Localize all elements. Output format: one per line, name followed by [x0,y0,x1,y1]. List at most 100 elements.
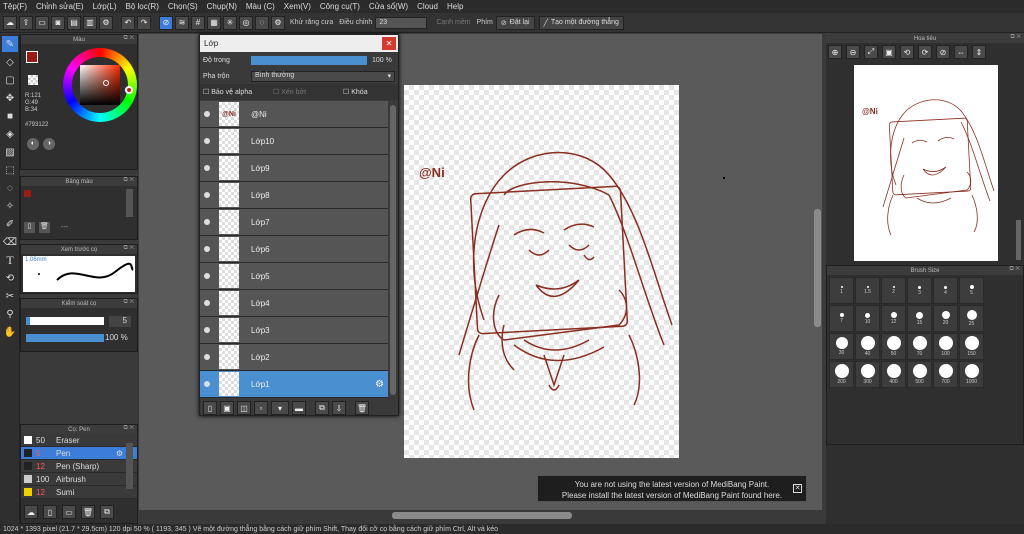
protect-alpha-checkbox[interactable]: ☐ Bảo vệ alpha [203,88,267,96]
menu-item[interactable]: Lớp(L) [93,2,117,11]
snap-settings-icon[interactable]: ⚙ [271,15,285,30]
layer-visibility-icon[interactable] [204,381,210,387]
menu-item[interactable]: Bộ lọc(R) [126,2,159,11]
brush-list-item[interactable]: 100 Airbrush [21,473,137,486]
redo-icon[interactable]: ↷ [137,15,151,30]
zoom-in-icon[interactable]: ⊕ [828,45,842,59]
layer-row[interactable]: Lớp4 [200,290,388,317]
brush-list-item[interactable]: 12 Sumi [21,486,137,499]
brush-size-cell[interactable]: 300 [855,361,880,388]
snap-curve-icon[interactable]: ◌ [255,15,269,30]
actual-size-icon[interactable]: ▣ [882,45,896,59]
brush-list-item[interactable]: 5 Pen ⚙ [21,447,137,460]
brush-list-scrollbar[interactable] [126,443,133,489]
operation-tool-icon[interactable]: ⟲ [2,270,18,286]
palette-add-icon[interactable]: ▯ [24,222,35,233]
snap-parallel-icon[interactable]: ≋ [175,15,189,30]
layer-row[interactable]: Lớp3 [200,317,388,344]
select-pen-tool-icon[interactable]: ✐ [2,216,18,232]
brush-size-cell[interactable]: 7 [829,305,854,332]
palette-picker-icon[interactable]: ◐ [27,138,39,150]
layer-visibility-icon[interactable] [204,219,210,225]
brush-size-cell[interactable]: 500 [907,361,932,388]
layer-visibility-icon[interactable] [204,327,210,333]
new-halftone-layer-icon[interactable]: ▣ [220,401,234,415]
panel-menu-icon[interactable]: ⧉ ✕ [123,245,134,252]
eraser-tool-icon[interactable]: ◇ [2,54,18,70]
brush-size-cell[interactable]: 10 [855,305,880,332]
panel-close-icon[interactable]: ⧉ ✕ [123,35,134,42]
select-eraser-tool-icon[interactable]: ⌫ [2,234,18,250]
antialias-label[interactable]: Khử răng cưa [290,19,333,26]
panel-menu-icon[interactable]: ⧉ ✕ [123,425,134,432]
text-tool-icon[interactable]: T [2,252,18,268]
layer-settings-icon[interactable]: ⚙ [375,379,384,390]
new-8bit-layer-icon[interactable]: ◫ [237,401,251,415]
menu-item[interactable]: Chỉnh sửa(E) [36,2,84,11]
palette-menu-dots[interactable]: --- [61,224,68,231]
snap-cross-icon[interactable]: # [191,15,205,30]
layer-row[interactable]: Lớp2 [200,344,388,371]
soft-edge-checkbox[interactable]: Cạnh mềm [436,19,470,26]
brush-tool-icon[interactable]: ✎ [2,36,18,52]
brush-folder-icon[interactable]: ▭ [62,505,76,519]
brush-size-cell[interactable]: 40 [855,333,880,360]
layer-visibility-icon[interactable] [204,273,210,279]
saturation-value-square[interactable] [80,65,120,105]
update-notice-close-button[interactable]: ✕ [793,484,802,493]
menu-item[interactable]: Chụp(N) [207,2,237,11]
fit-window-icon[interactable]: ⤢ [864,45,878,59]
divide-tool-icon[interactable]: ✂ [2,288,18,304]
layer-list-scrollbar[interactable] [390,105,396,395]
brush-size-cell[interactable]: 150 [959,333,984,360]
hue-marker[interactable] [125,86,133,94]
fg-color-swatch[interactable] [26,51,38,63]
brush-size-cell[interactable]: 12 [881,305,906,332]
palette-delete-icon[interactable]: 🗑 [39,222,50,233]
gear-icon[interactable]: ⚙ [116,449,123,458]
brush-size-cell[interactable]: 3 [907,277,932,304]
bucket-tool-icon[interactable]: ◈ [2,126,18,142]
undo-icon[interactable]: ↶ [121,15,135,30]
export-icon[interactable]: ⇪ [19,15,33,30]
merge-layer-icon[interactable]: ⇩ [332,401,346,415]
reset-rotation-icon[interactable]: ⊘ [936,45,950,59]
snap-grid-icon[interactable]: ▦ [207,15,221,30]
new-1bit-layer-icon[interactable]: ▫ [254,401,268,415]
panel-menu-icon[interactable]: ⧉ ✕ [123,177,134,184]
magic-wand-tool-icon[interactable]: ✧ [2,198,18,214]
brush-size-cell[interactable]: 20 [933,305,958,332]
canvas-hscroll-thumb[interactable] [392,512,572,519]
brush-size-cell[interactable]: 70 [907,333,932,360]
hand-tool-icon[interactable]: ✋ [2,324,18,340]
canvas-vscroll-thumb[interactable] [814,209,821,327]
reset-button[interactable]: ⊘ Đặt lại [495,15,535,30]
gear-icon[interactable]: ⚙ [99,15,113,30]
brush-list-item[interactable]: 50 Eraser [21,434,137,447]
layer-opacity-value[interactable]: 100 % [372,57,392,64]
gradient-tool-icon[interactable]: ▨ [2,144,18,160]
brush-list-item[interactable]: 12 Pen (Sharp) [21,460,137,473]
layer-opacity-slider[interactable] [251,55,367,65]
brush-opacity-slider[interactable] [26,334,104,342]
right-panel-scrollbar[interactable] [1016,220,1021,260]
brush-size-cell[interactable]: 400 [881,361,906,388]
menu-item[interactable]: Xem(V) [284,2,311,11]
layer-visibility-icon[interactable] [204,246,210,252]
adjust-select[interactable]: 23 [375,16,428,29]
layer-row[interactable]: Lớp6 [200,236,388,263]
comment-icon[interactable]: ▭ [35,15,49,30]
new-folder-icon[interactable]: ▬ [292,401,306,415]
layer-visibility-icon[interactable] [204,165,210,171]
menu-item[interactable]: Công cụ(T) [320,2,360,11]
page-icon[interactable]: ▥ [83,15,97,30]
zoom-out-icon[interactable]: ⊖ [846,45,860,59]
brush-size-cell[interactable]: 700 [933,361,958,388]
layer-row[interactable]: Lớp1 ⚙ [200,371,388,398]
eyedropper-tool-icon[interactable]: ⚲ [2,306,18,322]
brush-size-cell[interactable]: 50 [881,333,906,360]
color-picker-marker[interactable] [103,80,109,86]
menu-item[interactable]: Tệp(F) [3,2,27,11]
chat-icon[interactable]: ◙ [51,15,65,30]
lock-checkbox[interactable]: ☐ Khóa [343,88,368,96]
